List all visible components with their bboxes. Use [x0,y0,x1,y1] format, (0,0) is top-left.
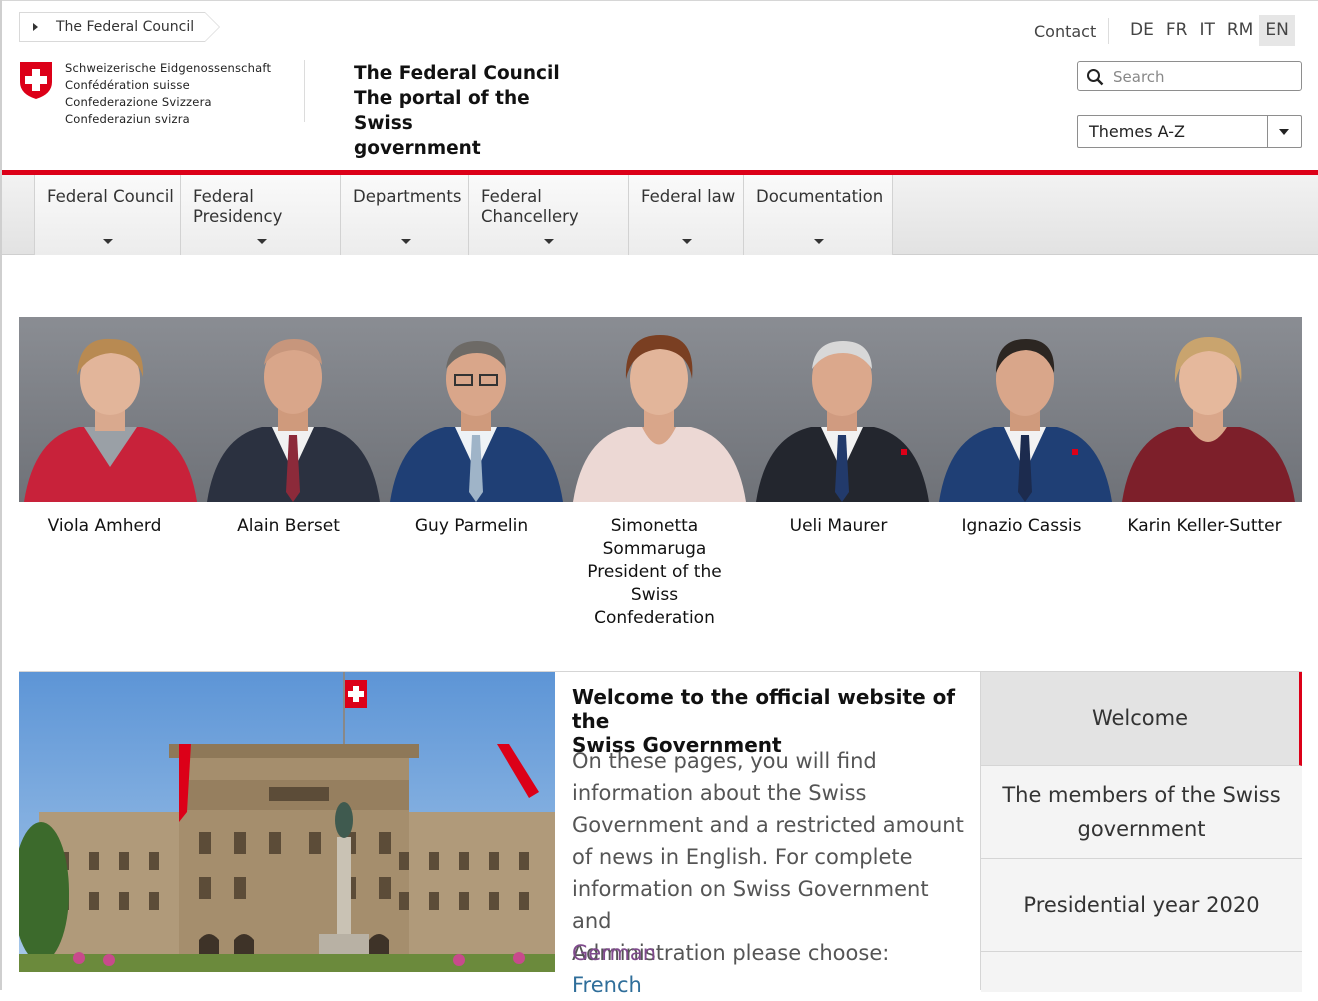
sidenav-item-more[interactable] [981,952,1302,992]
caret-down-icon [103,239,113,244]
sidenav-label: government [1077,817,1206,841]
welcome-heading-line: Welcome to the official website of the [572,685,956,733]
caret-down-icon [682,239,692,244]
nav-label: Federal Council [47,187,174,206]
sidenav-item-welcome[interactable]: Welcome [981,672,1302,766]
member-name-president[interactable]: Simonetta Sommaruga President of the Swi… [563,515,746,630]
nav-label: Federal [481,187,542,206]
language-switcher: DE FR IT RM EN [1124,15,1295,46]
portrait-guy-parmelin[interactable] [385,317,568,502]
side-navigation: Welcome The members of the Swiss governm… [980,672,1302,992]
member-role: Swiss [630,585,679,605]
member-name[interactable]: Ueli Maurer [747,515,930,538]
site-title[interactable]: The Federal Council The portal of the Sw… [354,61,594,161]
portrait-ueli-maurer[interactable] [751,317,934,502]
header-separator [1108,18,1109,44]
member-name[interactable]: Guy Parmelin [380,515,563,538]
member-name[interactable]: Alain Berset [197,515,380,538]
portrait-alain-berset[interactable] [202,317,385,502]
welcome-text-line: Government and a restricted amount [572,813,964,837]
nav-federal-presidency[interactable]: Federal Presidency [180,175,341,255]
header-divider [304,60,305,122]
caret-down-icon [544,239,554,244]
logo-line-fr: Confédération suisse [65,78,190,92]
nav-departments[interactable]: Departments [340,175,469,255]
logo-line-de: Schweizerische Eidgenossenschaft [65,61,272,75]
site-title-line: The portal of the Swiss [354,88,530,134]
contact-link[interactable]: Contact [1034,22,1096,41]
sidenav-label: Presidential year 2020 [1023,893,1260,917]
welcome-text: On these pages, you will find informatio… [572,745,972,969]
breadcrumb[interactable]: The Federal Council [19,12,220,42]
lang-it[interactable]: IT [1193,15,1220,46]
chevron-down-icon[interactable] [1267,116,1301,147]
welcome-text-line: On these pages, you will find [572,749,877,773]
site-title-line: government [354,138,481,159]
federal-palace-image [19,672,555,972]
left-border [0,0,2,990]
nav-documentation[interactable]: Documentation [743,175,893,255]
site-title-line: The Federal Council [354,63,560,84]
member-name: Simonetta [610,516,699,536]
nav-federal-law[interactable]: Federal law [628,175,744,255]
sidenav-label: The members of the Swiss [1002,783,1281,807]
welcome-text-line: information about the Swiss [572,781,867,805]
caret-down-icon [257,239,267,244]
sidenav-item-presidential-year[interactable]: Presidential year 2020 [981,859,1302,952]
search-box [1077,61,1302,91]
sidenav-item-members[interactable]: The members of the Swiss government [981,766,1302,859]
sidenav-label: Welcome [1091,706,1189,730]
confederation-names: Schweizerische Eidgenossenschaft Confédé… [65,60,271,128]
member-name[interactable]: Viola Amherd [13,515,196,538]
member-role: Confederation [594,608,715,628]
nav-federal-council[interactable]: Federal Council [34,175,181,255]
member-name[interactable]: Karin Keller-Sutter [1113,515,1296,538]
german-link[interactable]: German [572,937,656,969]
portrait-viola-amherd[interactable] [19,317,202,502]
nav-federal-chancellery[interactable]: Federal Chancellery [468,175,629,255]
portrait-karin-keller-sutter[interactable] [1117,317,1302,502]
nav-label: Departments [353,187,462,206]
nav-label: Federal [193,187,254,206]
portrait-ignazio-cassis[interactable] [934,317,1117,502]
lang-rm[interactable]: RM [1221,15,1259,46]
member-role: President of the [587,562,722,582]
member-name[interactable]: Ignazio Cassis [930,515,1113,538]
top-border [0,0,1318,1]
nav-label: Chancellery [481,207,579,226]
federal-council-portraits [19,317,1302,502]
caret-right-icon [33,23,38,31]
themes-dropdown[interactable]: Themes A-Z [1077,115,1302,148]
lang-de[interactable]: DE [1124,15,1160,46]
nav-label: Presidency [193,207,283,226]
welcome-text-line: information on Swiss Government and [572,877,929,933]
portrait-simonetta-sommaruga[interactable] [568,317,751,502]
themes-label: Themes A-Z [1089,122,1185,141]
swiss-cross-logo-icon[interactable] [18,60,54,100]
member-name: Sommaruga [602,539,707,559]
nav-label: Federal law [641,187,736,206]
french-link[interactable]: French [572,969,642,1001]
caret-down-icon [814,239,824,244]
lang-fr[interactable]: FR [1160,15,1194,46]
search-input[interactable] [1111,65,1295,89]
logo-line-it: Confederazione Svizzera [65,95,212,109]
caret-down-icon [401,239,411,244]
search-icon[interactable] [1086,68,1104,86]
lang-en[interactable]: EN [1259,15,1295,46]
nav-label: Documentation [756,187,884,206]
welcome-text-line: of news in English. For complete [572,845,913,869]
logo-line-rm: Confederaziun svizra [65,112,190,126]
breadcrumb-label: The Federal Council [56,19,195,35]
